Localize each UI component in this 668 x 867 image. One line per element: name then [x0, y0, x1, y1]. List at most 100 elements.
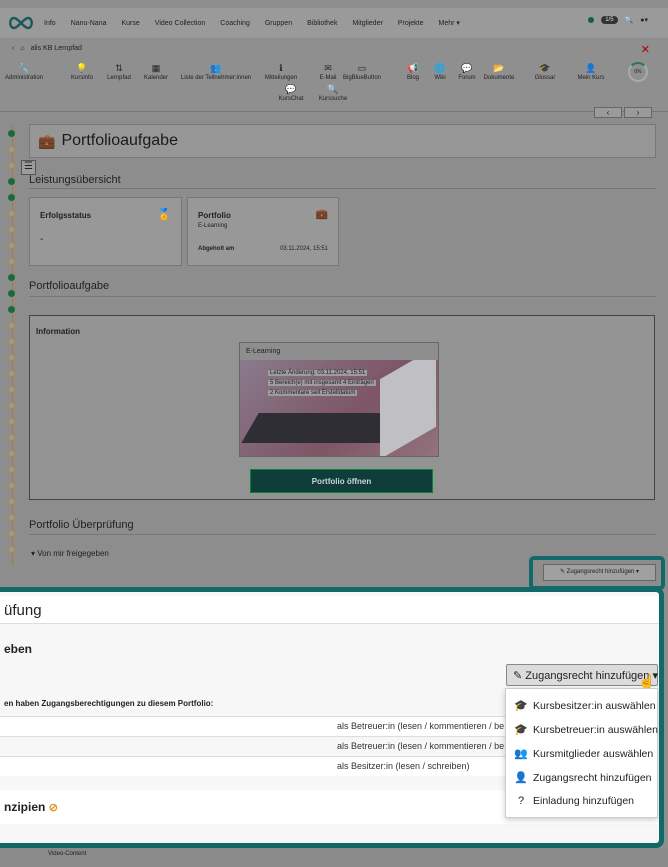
toolbar-label: Glossar: [534, 75, 556, 81]
nav-item[interactable]: Coaching: [220, 20, 250, 27]
toolbar-label: Wiki: [434, 75, 446, 81]
nav-item[interactable]: Nanu-Nana: [71, 20, 107, 27]
toolbar-item[interactable]: 👥 Liste der Teilnehmer:innen: [176, 63, 256, 81]
toolbar-item[interactable]: 🔧 Administration: [4, 63, 44, 81]
toolbar-icon: 🔍: [327, 84, 339, 94]
toolbar-label: Administration: [4, 75, 43, 81]
toolbar-item[interactable]: ▭ BigBlueButton: [342, 63, 382, 81]
menu-icon[interactable]: ☰: [21, 160, 36, 175]
portfolio-thumbnail[interactable]: E-Learning Letzte Änderung: 03.11.2024, …: [239, 342, 439, 457]
menu-item-add-invitation[interactable]: ? Einladung hinzufügen: [514, 795, 634, 807]
zoom-section-title: üfung: [0, 596, 659, 624]
hidden-eye-icon: ⊘: [48, 802, 58, 814]
toolbar-item[interactable]: 📂 Dokumente: [479, 63, 519, 81]
shared-by-me-toggle[interactable]: ▾ Von mir freigegeben: [31, 549, 109, 558]
access-dropdown-menu: 🎓 Kursbesitzer:in auswählen 🎓 Kursbetreuer…: [505, 688, 658, 818]
timeline-node[interactable]: [8, 162, 15, 169]
search-icon[interactable]: 🔍: [625, 16, 634, 24]
timeline-node[interactable]: [8, 146, 15, 153]
nav-item[interactable]: Kurse: [122, 20, 140, 27]
success-status-value: -: [40, 234, 44, 245]
timeline-node[interactable]: [8, 242, 15, 249]
menu-item-course-members[interactable]: 👥 Kursmitglieder auswählen: [514, 747, 653, 761]
breadcrumb-course[interactable]: alis KB Lernpfad: [31, 45, 82, 52]
timeline-node[interactable]: [8, 226, 15, 233]
course-progress: 0%: [628, 62, 648, 82]
table-row: als Besitzer:in (lesen / schreiben): [0, 756, 520, 776]
timeline-node[interactable]: [8, 306, 15, 313]
next-icon[interactable]: ›: [624, 107, 652, 118]
notification-badge[interactable]: 1/5: [601, 16, 618, 24]
task-title: Portfolioaufgabe: [29, 280, 110, 292]
timeline-node[interactable]: [8, 514, 15, 521]
toolbar-item[interactable]: 👤 Mein Kurs: [571, 63, 611, 81]
menu-item-course-owner[interactable]: 🎓 Kursbesitzer:in auswählen: [514, 699, 655, 713]
nav-item-more[interactable]: Mehr ▾: [439, 19, 460, 27]
thumbnail-line: Letzte Änderung: 03.11.2024, 15:51: [268, 370, 368, 376]
open-portfolio-button[interactable]: Portfolio öffnen: [250, 469, 433, 493]
toolbar-item[interactable]: 💡 Kursinfo: [62, 63, 102, 81]
timeline-node[interactable]: [8, 210, 15, 217]
toolbar-icon: ▦: [151, 63, 161, 73]
timeline-node[interactable]: [8, 290, 15, 297]
nav-item[interactable]: Projekte: [398, 20, 424, 27]
nav-item[interactable]: Video Collection: [155, 20, 205, 27]
timeline-node[interactable]: [8, 274, 15, 281]
toolbar-icon: 👤: [585, 63, 597, 73]
timeline-node[interactable]: [8, 418, 15, 425]
avatar[interactable]: ●▾: [640, 16, 648, 24]
toolbar-item[interactable]: ℹ Mitteilungen: [261, 63, 301, 81]
timeline-node[interactable]: [8, 322, 15, 329]
menu-item-add-access[interactable]: 👤 Zugangsrecht hinzufügen: [514, 771, 651, 785]
zoomed-detail-panel: üfung eben ✎ Zugangsrecht hinzufügen ▾ ☝…: [0, 587, 664, 848]
nav-item[interactable]: Info: [44, 20, 56, 27]
toolbar-item[interactable]: ▦ Kalender: [136, 63, 176, 81]
timeline-node[interactable]: [8, 546, 15, 553]
timeline-node[interactable]: [8, 354, 15, 361]
toolbar-icon: 🎓: [539, 63, 551, 73]
timeline-node[interactable]: [8, 466, 15, 473]
timeline-node[interactable]: [8, 370, 15, 377]
timeline-node[interactable]: [8, 498, 15, 505]
home-icon[interactable]: ⌂: [20, 45, 24, 52]
nav-item[interactable]: Mitglieder: [352, 20, 382, 27]
menu-item-course-coach[interactable]: 🎓 Kursbetreuer:in auswählen: [514, 723, 658, 737]
question-icon: ?: [517, 795, 525, 807]
timeline-node[interactable]: [8, 434, 15, 441]
timeline-node[interactable]: [8, 402, 15, 409]
back-icon[interactable]: ‹: [12, 45, 14, 52]
timeline-node[interactable]: [8, 258, 15, 265]
menu-item-label: Einladung hinzufügen: [533, 795, 635, 807]
timeline-node[interactable]: [8, 194, 15, 201]
course-toolbar: ‹ ⌂ alis KB Lernpfad ✕ 🔧 Administration 💡 K…: [0, 40, 668, 118]
close-icon[interactable]: ✕: [641, 43, 650, 56]
toolbar-item[interactable]: ⇅ Lernpfad: [99, 63, 139, 81]
timeline-node[interactable]: [8, 178, 15, 185]
timeline-node[interactable]: [8, 450, 15, 457]
toolbar-label: Kursinfo: [70, 75, 93, 81]
toolbar-item[interactable]: 🎓 Glossar: [525, 63, 565, 81]
page-title: Portfolioaufgabe: [61, 132, 178, 149]
toolbar-icon: ⇅: [115, 63, 123, 73]
toolbar-item[interactable]: 🔍 Kurssuche: [313, 84, 353, 102]
footer-strip: Video-Content: [0, 848, 668, 867]
summary-title: Leistungsübersicht: [29, 174, 121, 186]
timeline-node[interactable]: [8, 482, 15, 489]
nav-item[interactable]: Gruppen: [265, 20, 292, 27]
timeline-node[interactable]: [8, 130, 15, 137]
thumbnail-caption: E-Learning: [240, 343, 438, 360]
toolbar-label: Dokumente: [483, 75, 515, 81]
toolbar-label: Mein Kurs: [577, 75, 605, 81]
nav-item[interactable]: Bibliothek: [307, 20, 337, 27]
toolbar-icon: 📂: [493, 63, 505, 73]
timeline-node[interactable]: [8, 386, 15, 393]
breadcrumb: ‹ ⌂ alis KB Lernpfad: [12, 45, 82, 52]
menu-item-label: Kursbetreuer:in auswählen: [533, 723, 658, 736]
logo-icon[interactable]: [8, 16, 34, 30]
previous-icon[interactable]: ‹: [594, 107, 622, 118]
toolbar-item[interactable]: 💬 KursChat: [271, 84, 311, 102]
thumbnail-line: 2 Kommentare seit Erstelldatum: [268, 390, 358, 396]
timeline-node[interactable]: [8, 530, 15, 537]
timeline-node[interactable]: [8, 338, 15, 345]
add-access-button[interactable]: ✎ Zugangsrecht hinzufügen ▾: [506, 664, 658, 686]
